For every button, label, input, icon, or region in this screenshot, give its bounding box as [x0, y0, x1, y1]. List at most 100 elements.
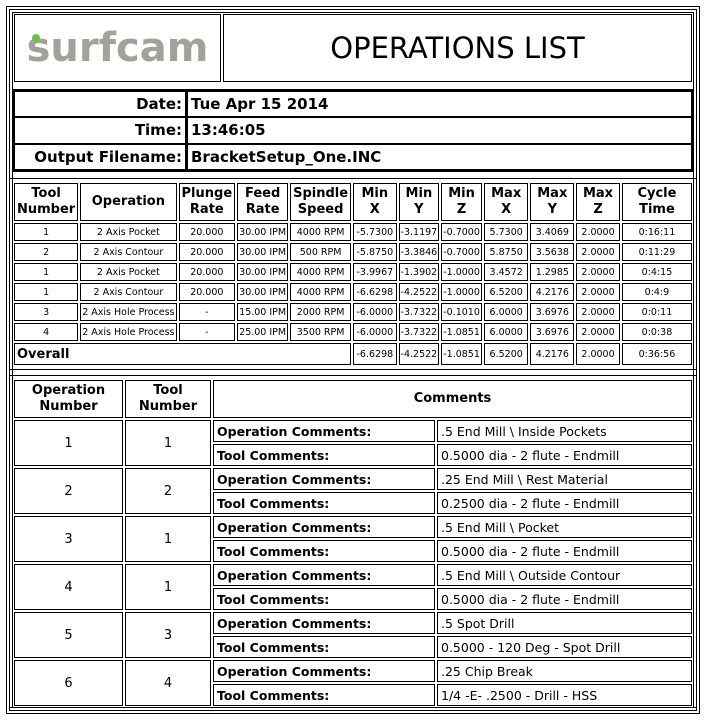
tool-number: 1: [125, 564, 211, 610]
tool-comment-value: 0.5000 dia - 2 flute - Endmill: [437, 540, 692, 562]
cell-max-y: 3.6976: [530, 323, 575, 341]
operation-row: 32 Axis Hole Process -15.00 IPM 2000 RPM -6…: [14, 303, 692, 321]
cell-min-y: -3.7322: [398, 303, 440, 321]
cell-min-z: -0.1010: [441, 303, 482, 321]
cell-plunge-rate: -: [178, 303, 236, 321]
cell-max-y: 3.4069: [530, 223, 575, 241]
operation-number: 1: [14, 420, 123, 466]
cell-operation: 2 Axis Hole Process: [80, 323, 177, 341]
cell-tool-number: 2: [14, 243, 79, 261]
cell-min-x: -6.0000: [353, 303, 397, 321]
col-tool-number: Tool Number: [125, 380, 211, 418]
cell-cycle-time: 0:0:11: [621, 303, 692, 321]
col-min-x: Min X: [353, 183, 397, 221]
page-title: OPERATIONS LIST: [223, 14, 692, 82]
cell-plunge-rate: 20.000: [178, 223, 236, 241]
col-operation: Operation: [80, 183, 177, 221]
operation-row: 12 Axis Pocket 20.000 30.00 IPM 4000 RPM -3.…: [14, 263, 692, 281]
overall-min-x: -6.6298: [353, 343, 397, 365]
overall-min-y: -4.2522: [398, 343, 440, 365]
tool-comment-value: 0.5000 dia - 2 flute - Endmill: [437, 444, 692, 466]
tool-comments-label: Tool Comments:: [213, 444, 435, 466]
operation-row: 12 Axis Contour 20.000 30.00 IPM 4000 RPM -6…: [14, 283, 692, 301]
comments-table: Operation Number Tool Number Comments 1 1 Op…: [12, 378, 694, 708]
cell-spindle-speed: 4000 RPM: [290, 283, 352, 301]
cell-min-x: -5.7300: [353, 223, 397, 241]
cell-min-z: -1.0851: [441, 323, 482, 341]
cell-spindle-speed: 4000 RPM: [290, 223, 352, 241]
operation-comment-value: .5 End Mill \ Inside Pockets: [437, 420, 692, 442]
surfcam-logo: surfcam: [26, 25, 209, 71]
cell-max-x: 6.5200: [483, 283, 529, 301]
operation-row: 22 Axis Contour 20.000 30.00 IPM 500 RPM -5.…: [14, 243, 692, 261]
date-value: Tue Apr 15 2014: [187, 91, 692, 118]
cell-max-x: 3.4572: [483, 263, 529, 281]
overall-max-y: 4.2176: [530, 343, 575, 365]
cell-feed-rate: 30.00 IPM: [237, 223, 289, 241]
cell-plunge-rate: -: [178, 323, 236, 341]
operation-comment-value: .25 Chip Break: [437, 660, 692, 682]
col-max-y: Max Y: [530, 183, 575, 221]
tool-number: 1: [125, 420, 211, 466]
time-label: Time:: [14, 117, 187, 144]
operation-comments-label: Operation Comments:: [213, 420, 435, 442]
cell-plunge-rate: 20.000: [178, 243, 236, 261]
cell-min-y: -1.3902: [398, 263, 440, 281]
cell-max-x: 6.0000: [483, 323, 529, 341]
col-plunge-rate: Plunge Rate: [178, 183, 236, 221]
cell-max-z: 2.0000: [576, 223, 620, 241]
col-max-z: Max Z: [576, 183, 620, 221]
tool-number: 2: [125, 468, 211, 514]
operation-number: 6: [14, 660, 123, 706]
comments-table-frame: Operation Number Tool Number Comments 1 1 Op…: [9, 375, 697, 708]
cell-spindle-speed: 500 RPM: [290, 243, 352, 261]
col-spindle-speed: Spindle Speed: [290, 183, 352, 221]
tool-comments-label: Tool Comments:: [213, 636, 435, 658]
cell-feed-rate: 15.00 IPM: [237, 303, 289, 321]
cell-max-y: 3.5638: [530, 243, 575, 261]
operation-comments-label: Operation Comments:: [213, 468, 435, 490]
cell-feed-rate: 30.00 IPM: [237, 243, 289, 261]
cell-min-z: -0.7000: [441, 243, 482, 261]
tool-comment-value: 0.2500 dia - 2 flute - Endmill: [437, 492, 692, 514]
cell-feed-rate: 30.00 IPM: [237, 283, 289, 301]
operation-number: 4: [14, 564, 123, 610]
tool-comments-label: Tool Comments:: [213, 684, 435, 706]
overall-max-x: 6.5200: [483, 343, 529, 365]
tool-comments-label: Tool Comments:: [213, 588, 435, 610]
cell-operation: 2 Axis Hole Process: [80, 303, 177, 321]
cell-min-y: -3.1197: [398, 223, 440, 241]
operation-comment-value: .5 Spot Drill: [437, 612, 692, 634]
cell-min-y: -3.3846: [398, 243, 440, 261]
tool-comment-value: 0.5000 - 120 Deg - Spot Drill: [437, 636, 692, 658]
operations-table: Tool Number Operation Plunge Rate Feed Rate Spi…: [12, 181, 694, 367]
filename-label: Output Filename:: [14, 143, 187, 170]
operation-number: 5: [14, 612, 123, 658]
col-feed-rate: Feed Rate: [237, 183, 289, 221]
col-comments: Comments: [213, 380, 692, 418]
cell-operation: 2 Axis Contour: [80, 243, 177, 261]
operation-number: 2: [14, 468, 123, 514]
col-min-z: Min Z: [441, 183, 482, 221]
operations-table-frame: Tool Number Operation Plunge Rate Feed Rate Spi…: [9, 178, 697, 370]
comment-row: 4 1 Operation Comments: .5 End Mill \ Outsi…: [14, 564, 692, 610]
comment-row: 2 2 Operation Comments: .25 End Mill \ Rest…: [14, 468, 692, 514]
report-info: Date: Tue Apr 15 2014 Time: 13:46:05 Out…: [12, 89, 694, 172]
cell-plunge-rate: 20.000: [178, 263, 236, 281]
cell-tool-number: 1: [14, 283, 79, 301]
col-operation-number: Operation Number: [14, 380, 123, 418]
cell-feed-rate: 30.00 IPM: [237, 263, 289, 281]
operation-comments-label: Operation Comments:: [213, 516, 435, 538]
overall-row: Overall -6.6298 -4.2522 -1.0851 6.5200 4.2176…: [14, 343, 692, 365]
cell-min-y: -4.2522: [398, 283, 440, 301]
tool-comments-label: Tool Comments:: [213, 492, 435, 514]
cell-tool-number: 4: [14, 323, 79, 341]
col-max-x: Max X: [483, 183, 529, 221]
operation-comment-value: .5 End Mill \ Pocket: [437, 516, 692, 538]
logo-cell: surfcam: [14, 14, 221, 82]
overall-max-z: 2.0000: [576, 343, 620, 365]
overall-label: Overall: [14, 343, 352, 365]
cell-spindle-speed: 4000 RPM: [290, 263, 352, 281]
operation-comments-label: Operation Comments:: [213, 660, 435, 682]
date-label: Date:: [14, 91, 187, 118]
